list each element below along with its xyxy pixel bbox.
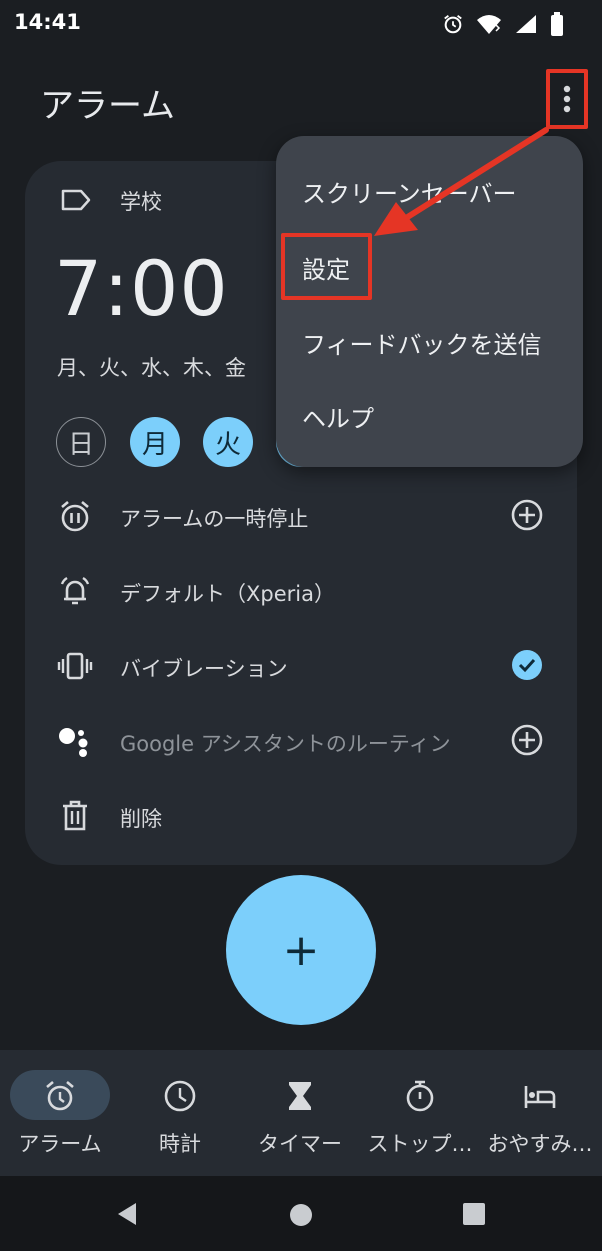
check-circle-icon[interactable]	[510, 648, 544, 682]
page-title: アラーム	[40, 86, 175, 126]
alarm-label[interactable]: 学校	[120, 186, 162, 216]
alarm-pause-label[interactable]: アラームの一時停止	[120, 503, 308, 533]
add-circle-icon[interactable]	[510, 498, 544, 532]
status-bar: 14:41	[0, 0, 602, 52]
stopwatch-icon	[406, 1080, 434, 1112]
more-vert-icon	[563, 85, 571, 113]
repeat-summary: 月、火、水、木、金	[57, 356, 246, 380]
trash-icon	[57, 798, 93, 834]
day-chip-mon[interactable]: 月	[130, 417, 180, 467]
hourglass-icon	[289, 1082, 311, 1110]
add-alarm-button[interactable]: +	[226, 875, 376, 1025]
add-circle-icon[interactable]	[510, 723, 544, 757]
back-icon[interactable]	[114, 1201, 140, 1227]
google-assistant-icon	[57, 723, 93, 759]
nav-item-clock[interactable]: 時計	[120, 1050, 240, 1176]
annotation-arrow	[374, 127, 549, 236]
nav-label-bedtime: おやすみ…	[487, 1132, 593, 1156]
alarm-time[interactable]: 7:00	[54, 244, 229, 333]
alarm-icon	[444, 15, 462, 34]
clock-icon	[164, 1080, 196, 1112]
nav-label-alarm: アラーム	[18, 1132, 102, 1156]
menu-item-feedback[interactable]: フィードバックを送信	[302, 325, 542, 360]
nav-label-clock: 時計	[159, 1132, 201, 1156]
menu-item-help[interactable]: ヘルプ	[302, 399, 374, 434]
bell-icon	[57, 573, 93, 609]
vibration-icon	[57, 648, 93, 684]
nav-label-timer: タイマー	[258, 1132, 342, 1156]
label-icon[interactable]	[60, 186, 92, 214]
alarm-pause-icon	[57, 498, 93, 534]
status-icons	[442, 12, 564, 36]
day-chip-sun[interactable]: 日	[56, 417, 106, 467]
signal-icon	[516, 15, 536, 33]
system-nav-bar	[0, 1176, 602, 1251]
bed-icon	[524, 1086, 556, 1108]
nav-item-bedtime[interactable]: おやすみ…	[480, 1050, 600, 1176]
alarm-icon	[46, 1081, 74, 1111]
vibration-label[interactable]: バイブレーション	[120, 653, 288, 683]
wifi-icon	[477, 15, 501, 34]
ringtone-label[interactable]: デフォルト（Xperia）	[120, 578, 335, 608]
battery-icon	[551, 12, 563, 36]
day-chip-tue[interactable]: 火	[203, 417, 253, 467]
delete-label[interactable]: 削除	[120, 803, 162, 833]
nav-item-stopwatch[interactable]: ストップ…	[360, 1050, 480, 1176]
settings-highlight-box	[281, 233, 372, 300]
status-time: 14:41	[14, 10, 81, 34]
nav-item-timer[interactable]: タイマー	[240, 1050, 360, 1176]
nav-label-stopwatch: ストップ…	[367, 1132, 473, 1156]
nav-item-alarm[interactable]: アラーム	[0, 1050, 120, 1176]
home-icon[interactable]	[288, 1202, 314, 1228]
recents-icon[interactable]	[462, 1202, 486, 1226]
assistant-routine-label[interactable]: Google アシスタントのルーティン	[120, 728, 451, 758]
